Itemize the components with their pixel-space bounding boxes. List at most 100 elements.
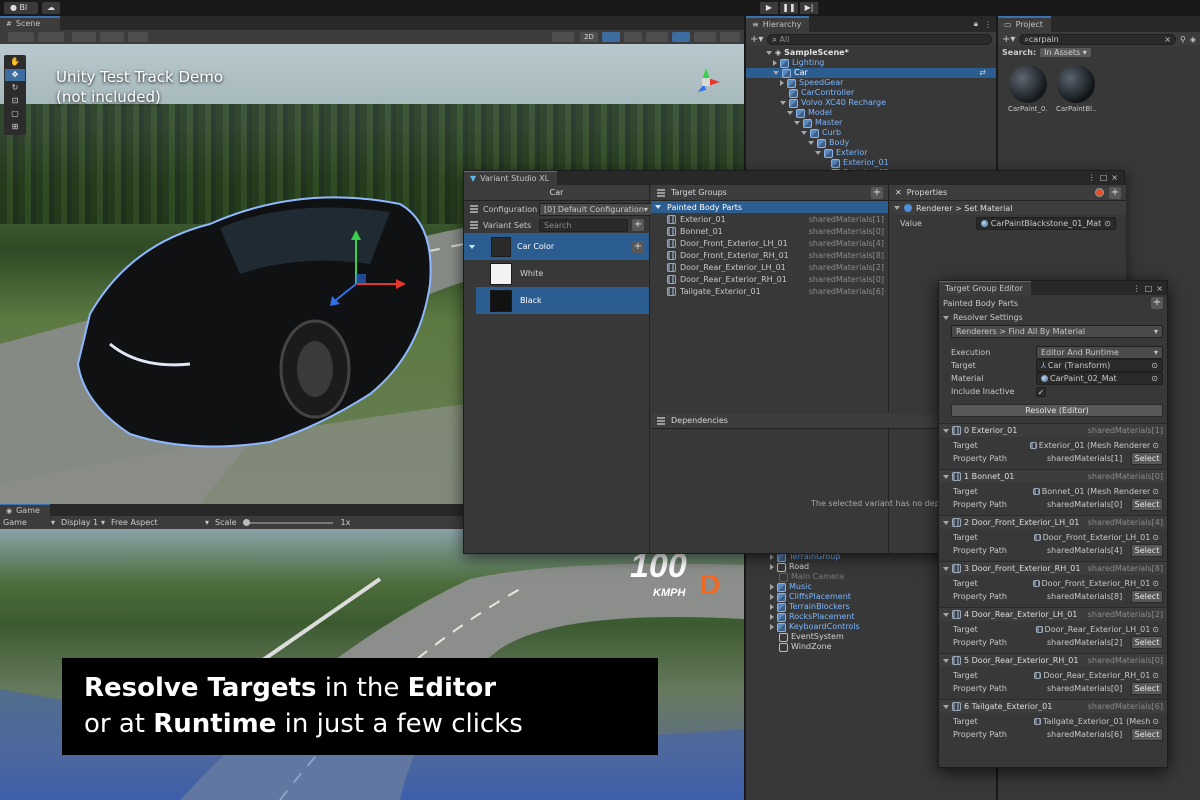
lock-icon[interactable]: 🔒︎: [974, 19, 978, 29]
object-picker-icon[interactable]: ⊙: [1104, 218, 1111, 229]
target-group-item[interactable]: Painted Body Parts: [651, 201, 888, 213]
chevron-right-icon[interactable]: [773, 60, 777, 66]
close-icon[interactable]: ×: [1156, 284, 1163, 293]
camera-button[interactable]: [694, 32, 716, 42]
search-scope-tab[interactable]: In Assets ▾: [1040, 48, 1091, 57]
close-icon[interactable]: ×: [1111, 173, 1118, 182]
chevron-right-icon[interactable]: [770, 624, 774, 630]
target-group-row[interactable]: Exterior_01 sharedMaterials[1]: [651, 213, 888, 225]
asset-item[interactable]: CarPaintBl...: [1056, 65, 1096, 113]
scale-slider[interactable]: [242, 518, 333, 526]
target-field[interactable]: Exterior_01 (Mesh Renderer ⊙: [1026, 439, 1163, 452]
display-select[interactable]: Display 1 ▾: [61, 518, 105, 527]
chevron-right-icon[interactable]: [770, 584, 774, 590]
audio-button[interactable]: [624, 32, 642, 42]
gizmo-mode-button[interactable]: [38, 32, 64, 42]
scale-slider-handle[interactable]: [242, 518, 250, 526]
move-gizmo[interactable]: [320, 224, 410, 314]
chevron-right-icon[interactable]: [770, 554, 774, 560]
add-variant-set-button[interactable]: +: [632, 219, 644, 231]
configuration-select[interactable]: [0] Default Configuration ▾: [539, 202, 653, 216]
variant-set-item[interactable]: Car Color +: [464, 233, 649, 260]
clear-icon[interactable]: ×: [1164, 35, 1171, 44]
add-variant-button[interactable]: +: [632, 240, 644, 253]
project-search-input[interactable]: ⌕carpain ×: [1019, 33, 1176, 45]
hierarchy-search-input[interactable]: ⌕ All: [767, 33, 992, 45]
chevron-down-icon[interactable]: [815, 151, 821, 155]
execution-select[interactable]: Editor And Runtime ▾: [1036, 346, 1163, 359]
chevron-down-icon[interactable]: [794, 121, 800, 125]
select-button[interactable]: Select: [1131, 728, 1163, 741]
tab-target-group-editor[interactable]: Target Group Editor: [939, 281, 1031, 295]
hierarchy-item[interactable]: RocksPlacement: [770, 612, 860, 622]
hand-tool-icon[interactable]: ✋: [5, 56, 25, 68]
game-view-select[interactable]: Game ▾: [3, 518, 55, 527]
target-field[interactable]: Tailgate_Exterior_01 (Mesh ⊙: [1030, 715, 1163, 728]
hierarchy-item[interactable]: KeyboardControls: [770, 622, 860, 632]
target-field[interactable]: Door_Rear_Exterior_RH_01 ⊙: [1030, 669, 1163, 682]
car-model[interactable]: [70, 164, 450, 464]
chevron-down-icon[interactable]: [780, 101, 786, 105]
target-group-row[interactable]: Tailgate_Exterior_01 sharedMaterials[6]: [651, 285, 888, 297]
hierarchy-item[interactable]: Road: [770, 562, 860, 572]
rect-tool-icon[interactable]: ▢: [5, 108, 25, 120]
tab-game[interactable]: ◉ Game: [0, 504, 50, 516]
pivot-button[interactable]: [72, 32, 96, 42]
asset-item[interactable]: CarPaint_0...: [1008, 65, 1048, 113]
target-group-row[interactable]: Door_Rear_Exterior_LH_01 sharedMaterials[…: [651, 261, 888, 273]
hierarchy-item[interactable]: Car ⇄: [746, 68, 996, 78]
gizmos-button[interactable]: [720, 32, 740, 42]
chevron-down-icon[interactable]: [787, 111, 793, 115]
add-property-button[interactable]: +: [1109, 186, 1121, 199]
shading-button[interactable]: [552, 32, 574, 42]
chevron-down-icon[interactable]: [773, 71, 779, 75]
hierarchy-item[interactable]: Curb: [766, 128, 996, 138]
target-field[interactable]: Door_Front_Exterior_RH_01 ⊙: [1029, 577, 1163, 590]
record-icon[interactable]: [1095, 188, 1104, 197]
object-picker-icon[interactable]: ⊙: [1152, 716, 1159, 727]
hierarchy-item[interactable]: WindZone: [770, 642, 860, 652]
tab-scene[interactable]: # Scene: [0, 16, 60, 30]
account-dropdown[interactable]: ● Bl: [4, 2, 38, 14]
object-picker-icon[interactable]: ⊙: [1152, 578, 1159, 589]
chevron-right-icon[interactable]: [770, 614, 774, 620]
target-field[interactable]: Bonnet_01 (Mesh Renderer ⊙: [1029, 485, 1163, 498]
kebab-menu-icon[interactable]: ⋮: [1133, 284, 1141, 293]
lighting-button[interactable]: [602, 32, 620, 42]
move-tool-icon[interactable]: ✥: [5, 69, 25, 81]
target-entry-header[interactable]: 2 Door_Front_Exterior_LH_01 sharedMateria…: [939, 516, 1167, 529]
maximize-icon[interactable]: □: [1145, 284, 1153, 293]
target-group-row[interactable]: Door_Front_Exterior_LH_01 sharedMaterials…: [651, 237, 888, 249]
hierarchy-item[interactable]: Volvo XC40 Recharge: [766, 98, 996, 108]
hierarchy-item[interactable]: SpeedGear: [766, 78, 996, 88]
target-entry-header[interactable]: 4 Door_Rear_Exterior_LH_01 sharedMaterial…: [939, 608, 1167, 621]
material-field[interactable]: CarPaint_02_Mat ⊙: [1036, 372, 1163, 385]
object-picker-icon[interactable]: ⊙: [1151, 360, 1158, 371]
chevron-right-icon[interactable]: [770, 604, 774, 610]
target-field[interactable]: Door_Rear_Exterior_LH_01 ⊙: [1032, 623, 1163, 636]
toggle-2d-button[interactable]: 2D: [580, 32, 598, 42]
tab-project[interactable]: ▭ Project: [998, 16, 1051, 32]
tab-variant-studio[interactable]: ▼ Variant Studio XL: [464, 171, 558, 185]
select-button[interactable]: Select: [1131, 590, 1163, 603]
object-picker-icon[interactable]: ⊙: [1152, 486, 1159, 497]
hierarchy-item[interactable]: TerrainBlockers: [770, 602, 860, 612]
aspect-select[interactable]: Free Aspect ▾: [111, 518, 209, 527]
target-group-row[interactable]: Door_Front_Exterior_RH_01 sharedMaterials…: [651, 249, 888, 261]
resolver-settings-header[interactable]: Resolver Settings: [939, 311, 1167, 324]
select-button[interactable]: Select: [1131, 544, 1163, 557]
variant-sets-search-input[interactable]: Search: [539, 218, 628, 232]
material-field[interactable]: CarPaintBlackstone_01_Mat ⊙: [975, 216, 1116, 230]
variant-item[interactable]: White: [476, 260, 649, 287]
transform-tool-icon[interactable]: ⊞: [5, 121, 25, 133]
increment-snap-button[interactable]: [128, 32, 148, 42]
kebab-menu-icon[interactable]: ⋮: [1088, 173, 1096, 182]
target-field[interactable]: ⅄ Car (Transform) ⊙: [1036, 359, 1163, 372]
hierarchy-item[interactable]: CliffsPlacement: [770, 592, 860, 602]
hierarchy-item[interactable]: EventSystem: [770, 632, 860, 642]
target-entry-header[interactable]: 1 Bonnet_01 sharedMaterials[0]: [939, 470, 1167, 483]
chevron-right-icon[interactable]: [770, 594, 774, 600]
add-icon[interactable]: +▾: [750, 34, 763, 45]
scale-tool-icon[interactable]: ⊡: [5, 95, 25, 107]
target-entry-header[interactable]: 0 Exterior_01 sharedMaterials[1]: [939, 424, 1167, 437]
